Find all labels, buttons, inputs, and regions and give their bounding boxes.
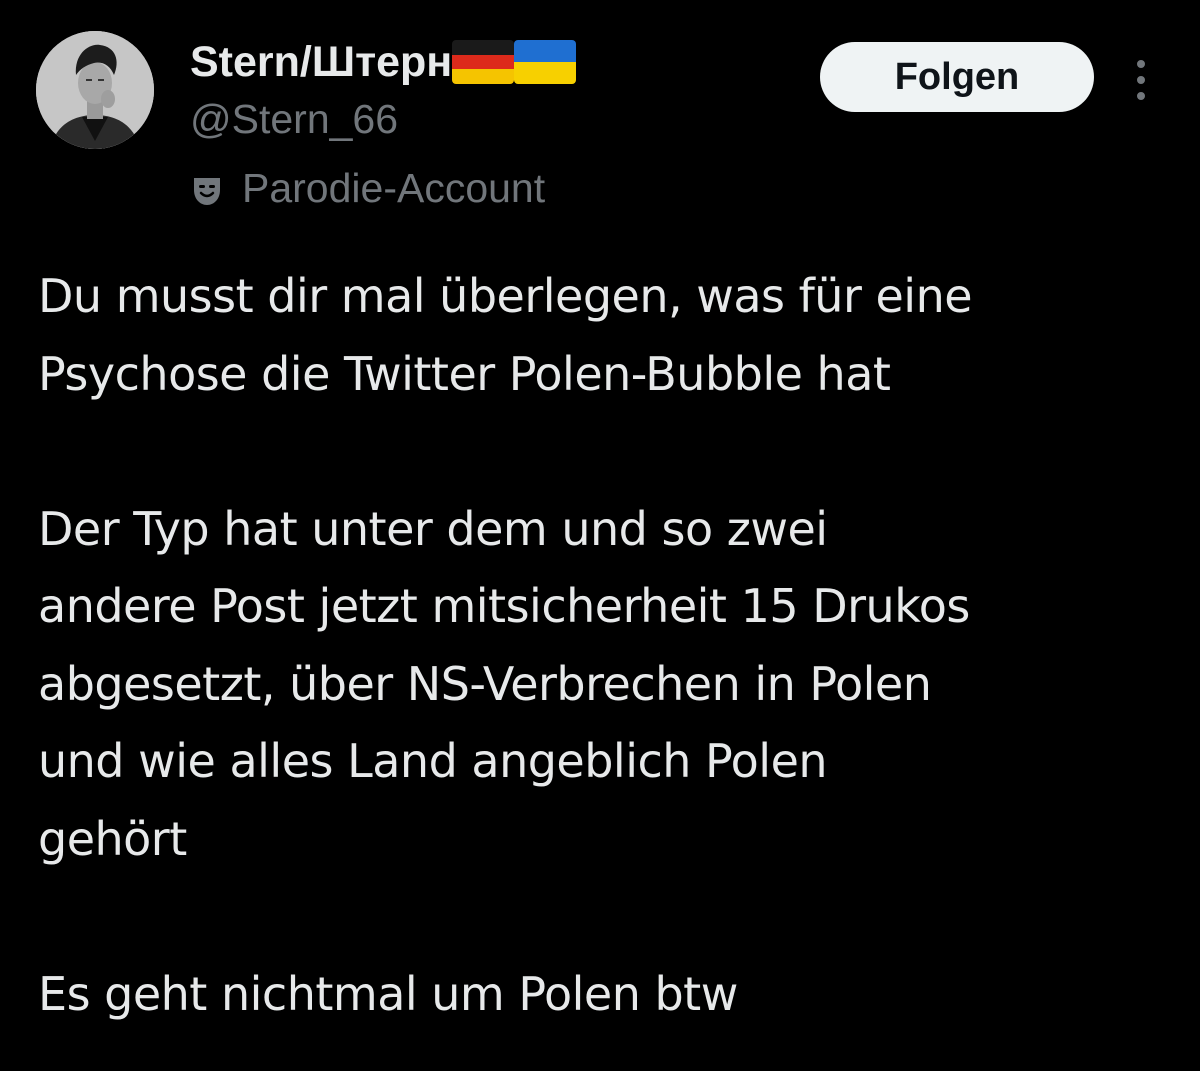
post: Stern/Штерн @Stern_66 Parodie-Account Fo…	[0, 0, 1200, 1071]
author-display-name[interactable]: Stern/Штерн	[190, 34, 577, 90]
author-handle[interactable]: @Stern_66	[190, 96, 398, 143]
follow-button[interactable]: Folgen	[820, 42, 1094, 112]
parody-account-label: Parodie-Account	[190, 162, 545, 214]
ukraine-flag-icon	[514, 40, 577, 84]
avatar-image	[36, 31, 154, 149]
more-vertical-icon	[1137, 60, 1145, 100]
more-options-button[interactable]	[1120, 52, 1162, 108]
tweet-paragraph: Du musst dir mal überlegen, was für eine…	[38, 269, 973, 401]
tweet-text: Du musst dir mal überlegen, was für eine…	[38, 258, 1188, 1033]
theater-mask-icon	[190, 171, 224, 205]
author-name-text: Stern/Штерн	[190, 37, 453, 86]
tweet-paragraph: Der Typ hat unter dem und so zwei andere…	[38, 501, 970, 866]
parody-label-text: Parodie-Account	[242, 164, 546, 211]
germany-flag-icon	[452, 40, 515, 84]
tweet-paragraph: Es geht nichtmal um Polen btw	[38, 966, 738, 1021]
avatar[interactable]	[36, 31, 154, 149]
